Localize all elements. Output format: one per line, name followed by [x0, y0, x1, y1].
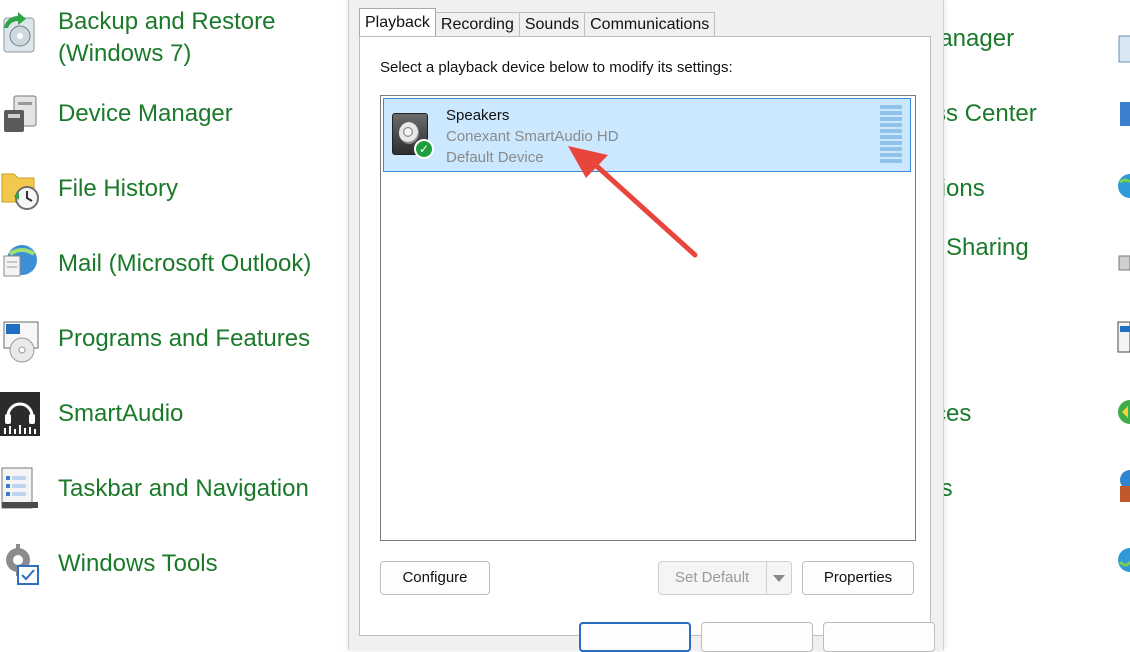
set-default-label: Set Default [675, 569, 750, 586]
edge-printer-icon [1118, 255, 1130, 271]
edge-globe-icon-2 [1118, 548, 1130, 572]
edge-app-icon [1118, 35, 1130, 63]
properties-button[interactable]: Properties [802, 561, 914, 595]
tab-playback[interactable]: Playback [359, 8, 436, 36]
file-history-icon [1, 173, 39, 210]
device-name: Speakers [446, 107, 510, 124]
set-default-button: Set Default [658, 561, 792, 595]
cp-label-smartaudio[interactable]: SmartAudio [58, 398, 183, 430]
cp-label-device-manager[interactable]: Device Manager [58, 98, 233, 130]
backup-restore-icon [3, 12, 35, 53]
cp-label-programs-features[interactable]: Programs and Features [58, 323, 310, 355]
edge-network-icon [1120, 102, 1130, 126]
mail-icon [3, 245, 37, 277]
cp-label-right-1[interactable]: lanager [934, 23, 1014, 55]
sound-dialog: Playback Recording Sounds Communications… [348, 0, 944, 652]
edge-window-icon [1117, 321, 1130, 353]
windows-tools-icon [6, 544, 39, 585]
playback-panel: Select a playback device below to modify… [359, 36, 931, 636]
configure-button[interactable]: Configure [380, 561, 490, 595]
cp-label-windows-tools[interactable]: Windows Tools [58, 548, 218, 580]
tab-recording[interactable]: Recording [434, 12, 520, 36]
cp-label-backup-restore-line2[interactable]: (Windows 7) [58, 38, 191, 70]
cp-label-mail[interactable]: Mail (Microsoft Outlook) [58, 248, 311, 280]
edge-globe-icon [1118, 174, 1130, 198]
edge-sync-icon [1118, 400, 1130, 424]
cp-label-right-4[interactable]: l Sharing [934, 232, 1029, 264]
cancel-button[interactable] [701, 622, 813, 652]
device-status: Default Device [446, 149, 544, 166]
default-check-icon: ✓ [414, 139, 434, 159]
programs-features-icon [3, 321, 39, 363]
chevron-down-icon [766, 562, 791, 594]
apply-button[interactable] [823, 622, 935, 652]
volume-level-meter [880, 105, 902, 165]
dialog-tabs: Playback Recording Sounds Communications [359, 8, 716, 38]
ok-button[interactable] [579, 622, 691, 652]
smartaudio-icon [0, 392, 40, 436]
instruction-text: Select a playback device below to modify… [380, 59, 733, 76]
device-list[interactable]: ✓ Speakers Conexant SmartAudio HD Defaul… [380, 95, 916, 541]
device-row-speakers[interactable]: ✓ Speakers Conexant SmartAudio HD Defaul… [383, 98, 911, 172]
tab-communications[interactable]: Communications [584, 12, 716, 36]
taskbar-icon [1, 467, 38, 509]
cp-label-file-history[interactable]: File History [58, 173, 178, 205]
tab-sounds[interactable]: Sounds [518, 12, 586, 36]
cp-label-taskbar[interactable]: Taskbar and Navigation [58, 473, 309, 505]
cp-label-backup-restore-line1[interactable]: Backup and Restore [58, 6, 275, 38]
edge-firewall-icon [1120, 470, 1130, 502]
cp-label-right-2[interactable]: ss Center [934, 98, 1037, 130]
device-driver: Conexant SmartAudio HD [446, 128, 619, 145]
device-manager-icon [4, 95, 37, 132]
